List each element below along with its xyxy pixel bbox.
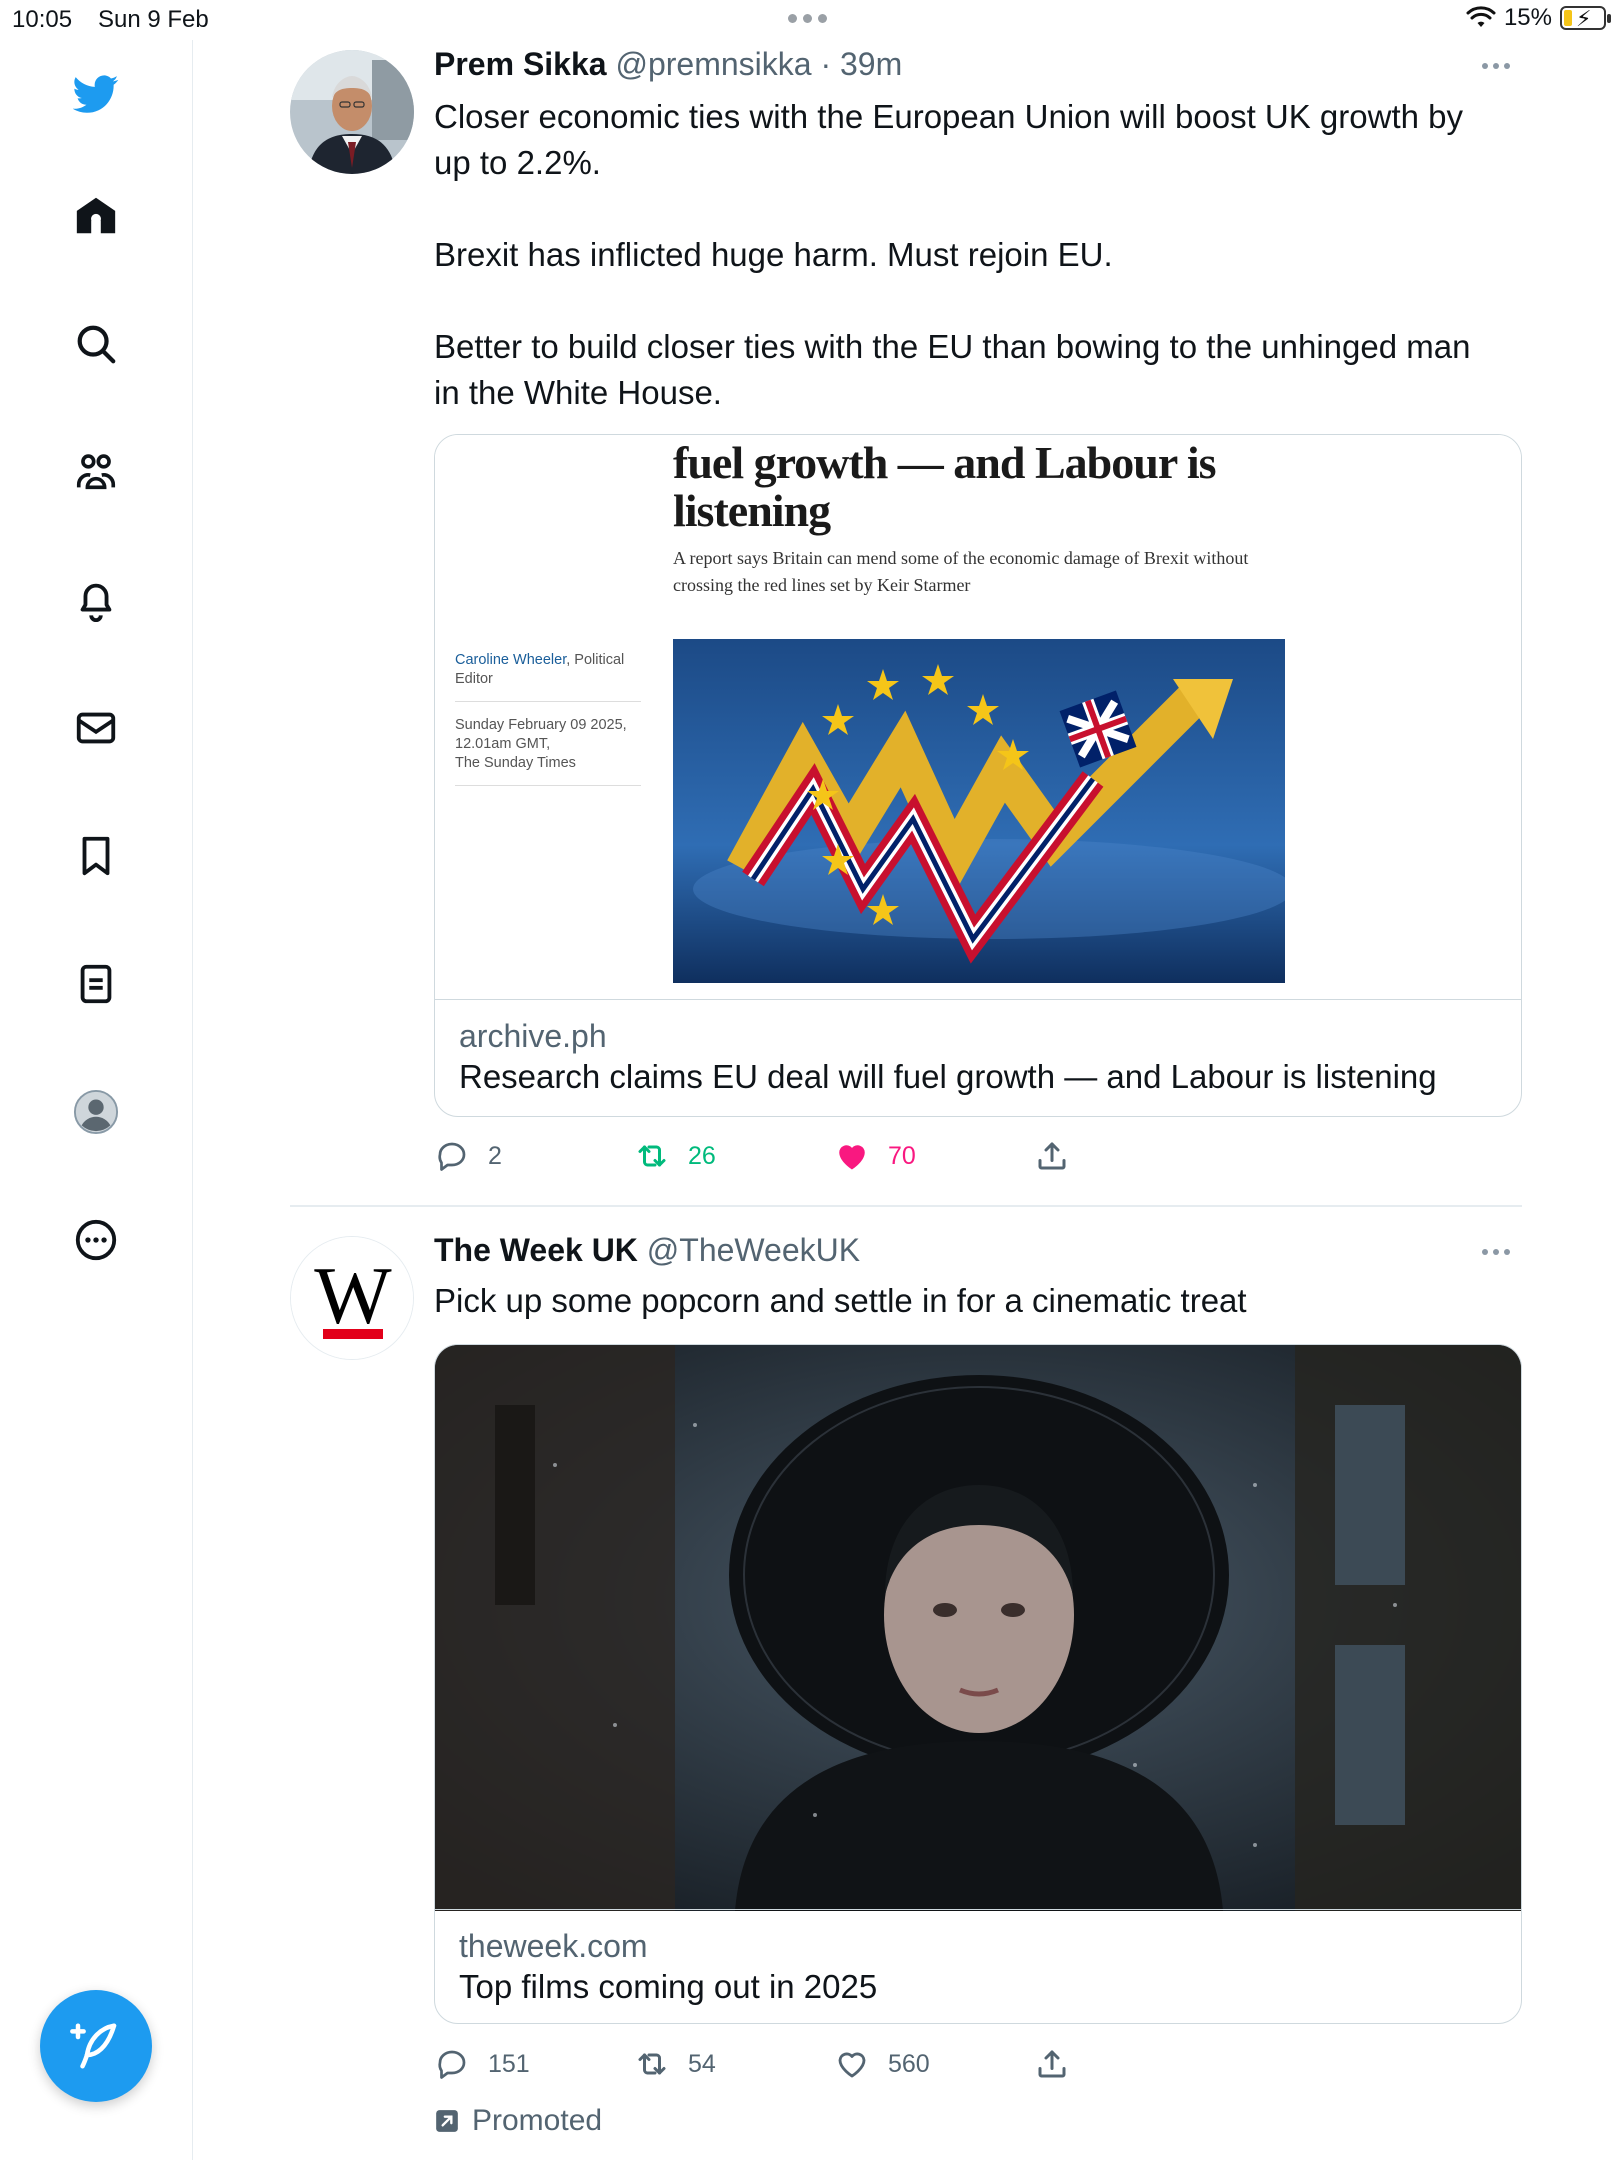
tweet[interactable]: Prem Sikka @premnsikka · 39m Closer econ… [290,46,1522,1171]
card-footer: archive.ph Research claims EU deal will … [435,999,1521,1116]
bookmark-icon[interactable] [66,826,126,886]
sidebar-nav [0,40,193,2160]
promoted-label: Promoted [434,2104,602,2138]
link-card[interactable]: theweek.com Top films coming out in 2025 [434,1344,1522,2024]
retweet-button[interactable]: 26 [634,1138,716,1174]
reply-count: 151 [488,2049,530,2078]
card-domain: archive.ph [459,1018,607,1054]
article-date: Sunday February 09 2025, 12.01am GMT, [455,717,627,752]
multitasking-dots-icon[interactable] [788,14,827,23]
article-preview-image: fuel growth — and Labour is listening A … [435,435,1521,1001]
communities-icon[interactable] [66,442,126,502]
tweet-time[interactable]: 39m [840,46,902,82]
more-options-icon[interactable] [1482,56,1522,76]
status-indicators: 15% ⚡ [1466,4,1611,32]
author-name[interactable]: The Week UK [434,1232,638,1268]
retweet-icon [638,1145,666,1167]
like-count: 70 [888,1141,916,1170]
link-card[interactable]: fuel growth — and Labour is listening A … [434,434,1522,1117]
reply-count: 2 [488,1141,502,1170]
card-domain: theweek.com [459,1928,648,1964]
article-author: Caroline Wheeler [455,652,567,668]
heart-outline-icon [838,2052,866,2078]
compose-feather-icon [70,2023,117,2069]
eu-uk-growth-illustration [673,639,1285,983]
profile-avatar-icon[interactable] [66,1082,126,1142]
promoted-icon [436,2110,458,2132]
like-count: 560 [888,2049,930,2078]
card-title: Top films coming out in 2025 [459,1968,878,2005]
reply-button[interactable]: 151 [434,2046,530,2082]
lists-icon[interactable] [66,954,126,1014]
tweet-header: The Week UK @TheWeekUK [434,1232,860,1269]
notifications-bell-icon[interactable] [66,570,126,630]
retweet-count: 26 [688,1141,716,1170]
article-publication: The Sunday Times [455,755,576,771]
like-button[interactable]: 70 [834,1138,916,1174]
battery-percent: 15% [1503,4,1552,31]
tweet-text: Pick up some popcorn and settle in for a… [434,1278,1504,1324]
wifi-icon [1466,6,1496,27]
promoted-text: Promoted [472,2104,603,2137]
tweet-header: Prem Sikka @premnsikka · 39m [434,46,902,83]
author-handle[interactable]: @premnsikka [615,46,811,82]
card-title: Research claims EU deal will fuel growth… [459,1058,1437,1095]
tweet-paragraph: Closer economic ties with the European U… [434,98,1463,181]
film-still-image [435,1345,1521,1911]
search-icon[interactable] [66,314,126,374]
like-button[interactable]: 560 [834,2046,930,2082]
compose-tweet-button[interactable] [40,1990,152,2102]
author-handle[interactable]: @TheWeekUK [647,1232,860,1268]
tweet-paragraph: Pick up some popcorn and settle in for a… [434,1282,1247,1319]
article-headline: fuel growth — and Labour is listening [673,437,1217,536]
share-button[interactable] [1034,2046,1070,2082]
tweet-actions: 2 26 70 [434,1138,1134,1178]
avatar-letter: W [314,1250,392,1341]
tweet-divider [290,1205,1522,1207]
reply-icon [438,2050,466,2079]
tweet-paragraph: Better to build closer ties with the EU … [434,328,1471,411]
status-bar: 10:05 Sun 9 Feb 15% ⚡ [0,0,1620,40]
retweet-button[interactable]: 54 [634,2046,716,2082]
share-icon [1038,1142,1066,1170]
avatar[interactable] [290,50,414,174]
twitter-bird-icon[interactable] [66,64,126,124]
card-footer: theweek.com Top films coming out in 2025 [435,1909,1521,2023]
status-date: Sun 9 Feb [98,6,209,33]
reply-button[interactable]: 2 [434,1138,502,1174]
retweet-count: 54 [688,2049,716,2078]
reply-icon [438,1142,466,1171]
share-icon [1038,2050,1066,2078]
avatar[interactable]: W [290,1236,414,1360]
article-subheading: A report says Britain can mend some of t… [673,548,1249,595]
separator-dot: · [811,46,840,82]
more-options-icon[interactable] [1482,1242,1522,1262]
heart-filled-icon [839,1145,865,1170]
more-circle-icon[interactable] [66,1210,126,1270]
author-name[interactable]: Prem Sikka [434,46,607,82]
tweet-actions: 151 54 560 [434,2046,1134,2086]
tweet-paragraph: Brexit has inflicted huge harm. Must rej… [434,236,1113,273]
battery-charging-icon: ⚡ [1560,6,1611,31]
retweet-icon [638,2053,666,2075]
home-icon[interactable] [66,186,126,246]
status-time: 10:05 [12,6,73,33]
article-byline: Caroline Wheeler, Political Editor Sunda… [455,651,641,786]
messages-envelope-icon[interactable] [66,698,126,758]
tweet[interactable]: W The Week UK @TheWeekUK Pick up some po… [290,1232,1522,2160]
share-button[interactable] [1034,1138,1070,1174]
tweet-text: Closer economic ties with the European U… [434,94,1504,416]
